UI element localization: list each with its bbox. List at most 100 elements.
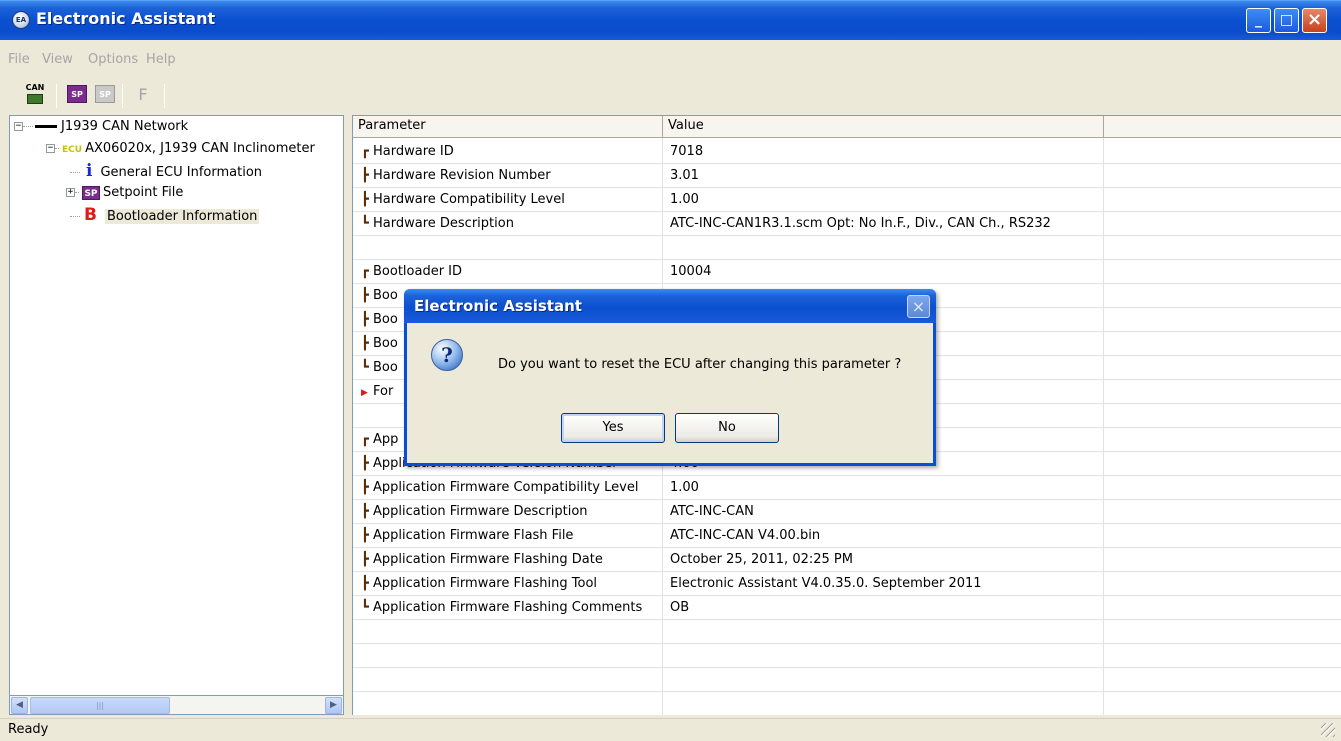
value-cell[interactable]: OB [670, 596, 689, 620]
parameter-cell[interactable]: ┣ Boo [361, 308, 398, 332]
parameter-label: App [373, 432, 399, 447]
parameter-cell[interactable]: ┏ Hardware ID [361, 140, 454, 164]
info-icon: i [86, 161, 93, 181]
menu-bar: File View Options Help [0, 50, 1341, 72]
close-button[interactable]: × [1302, 8, 1327, 33]
parameter-cell[interactable]: ┗ Application Firmware Flashing Comments [361, 596, 642, 620]
setpoint-save-icon[interactable]: SP [92, 82, 118, 108]
tree-item-setpoint[interactable]: + SP Setpoint File [66, 183, 184, 205]
collapse-icon[interactable]: − [46, 144, 55, 153]
table-row[interactable] [353, 236, 1341, 260]
scroll-thumb[interactable]: ||| [30, 697, 170, 714]
menu-help[interactable]: Help [146, 52, 176, 67]
parameter-cell[interactable]: ┣ Application Firmware Flashing Tool [361, 572, 597, 596]
tree-connector-icon: ┗ [361, 360, 369, 375]
tree-item-bootloader[interactable]: B Bootloader Information [70, 205, 260, 227]
minimize-button[interactable]: _ [1246, 8, 1271, 33]
value-cell[interactable]: ATC-INC-CAN1R3.1.scm Opt: No In.F., Div.… [670, 212, 1051, 236]
value-cell[interactable]: ATC-INC-CAN [670, 500, 754, 524]
value-cell[interactable]: 10004 [670, 260, 711, 284]
table-row[interactable]: ┣ Hardware Compatibility Level 1.00 [353, 188, 1341, 212]
parameter-cell[interactable]: ┗ Hardware Description [361, 212, 514, 236]
tree-view[interactable]: − J1939 CAN Network − ECU AX06020x, J1939 C… [9, 115, 344, 715]
table-row[interactable]: ┏ Hardware ID 7018 [353, 140, 1341, 164]
parameter-label: Application Firmware Flash File [373, 528, 574, 543]
parameter-cell[interactable]: ▶ For [361, 380, 393, 404]
setpoint-open-icon[interactable]: SP [64, 82, 90, 108]
parameter-label: Boo [373, 336, 398, 351]
parameter-cell[interactable]: ┣ Hardware Compatibility Level [361, 188, 565, 212]
parameter-cell[interactable]: ┣ Application Firmware Flashing Date [361, 548, 603, 572]
tree-connector-icon: ┏ [361, 264, 369, 279]
tree-item-general-info[interactable]: i General ECU Information [70, 161, 262, 183]
value-cell[interactable]: 1.00 [670, 188, 699, 212]
header-value[interactable]: Value [663, 116, 1104, 138]
tree-label-setpoint: Setpoint File [103, 185, 184, 200]
dialog-title-bar[interactable]: Electronic Assistant × [404, 289, 936, 323]
title-bar[interactable]: EA Electronic Assistant _ □ × [0, 0, 1341, 40]
parameter-cell[interactable]: ┣ Hardware Revision Number [361, 164, 551, 188]
parameter-cell[interactable]: ┏ App [361, 428, 398, 452]
tree-item-ecu[interactable]: − ECU AX06020x, J1939 CAN Inclinometer [46, 139, 315, 161]
tree-connector-icon: ┣ [361, 456, 369, 471]
parameter-label: Hardware ID [373, 144, 454, 159]
menu-view[interactable]: View [42, 52, 73, 67]
table-row [353, 644, 1341, 668]
header-parameter[interactable]: Parameter [353, 116, 663, 138]
pane-splitter[interactable] [344, 115, 350, 715]
table-row[interactable]: ┣ Application Firmware Flash File ATC-INC-… [353, 524, 1341, 548]
flash-icon[interactable]: F [130, 82, 156, 108]
parameter-label: Boo [373, 288, 398, 303]
tree-connector-icon: ▶ [361, 388, 368, 398]
parameter-label: Hardware Revision Number [373, 168, 551, 183]
parameter-label: Boo [373, 360, 398, 375]
can-connect-icon[interactable]: CAN [22, 82, 48, 108]
menu-options[interactable]: Options [88, 52, 138, 67]
value-cell[interactable]: 1.00 [670, 476, 699, 500]
value-cell[interactable]: 7018 [670, 140, 703, 164]
expand-icon[interactable]: + [66, 188, 75, 197]
value-cell[interactable]: 3.01 [670, 164, 699, 188]
table-row[interactable]: ┣ Application Firmware Flashing Tool Elect… [353, 572, 1341, 596]
collapse-icon[interactable]: − [14, 122, 23, 131]
tree-horizontal-scrollbar[interactable]: ◀ ||| ▶ [9, 695, 344, 715]
parameter-cell[interactable]: ┣ Application Firmware Flash File [361, 524, 573, 548]
setpoint-icon: SP [82, 185, 100, 200]
parameter-cell[interactable]: ┗ Boo [361, 356, 398, 380]
resize-grip[interactable] [1321, 723, 1335, 737]
yes-button[interactable]: Yes [561, 413, 665, 443]
menu-file[interactable]: File [8, 52, 30, 67]
scroll-right-icon[interactable]: ▶ [325, 697, 342, 714]
maximize-button[interactable]: □ [1274, 8, 1299, 33]
parameter-label: Application Firmware Flashing Comments [373, 600, 643, 615]
table-row[interactable]: ┣ Hardware Revision Number 3.01 [353, 164, 1341, 188]
table-row[interactable]: ┣ Application Firmware Description ATC-INC… [353, 500, 1341, 524]
parameter-label: Application Firmware Flashing Tool [373, 576, 598, 591]
parameter-cell[interactable]: ┏ Bootloader ID [361, 260, 462, 284]
table-row[interactable]: ┣ Application Firmware Flashing Date Octob… [353, 548, 1341, 572]
app-icon: EA [12, 11, 30, 29]
parameter-cell[interactable]: ┣ Application Firmware Description [361, 500, 588, 524]
dialog-close-icon[interactable]: × [907, 295, 930, 318]
parameter-cell[interactable]: ┣ Boo [361, 332, 398, 356]
tree-label-general: General ECU Information [100, 165, 263, 180]
tree-connector-icon: ┣ [361, 288, 369, 303]
parameter-label: Application Firmware Flashing Date [373, 552, 603, 567]
scroll-left-icon[interactable]: ◀ [11, 697, 28, 714]
status-text: Ready [8, 722, 49, 737]
no-button[interactable]: No [675, 413, 779, 443]
table-row[interactable]: ┏ Bootloader ID 10004 [353, 260, 1341, 284]
value-cell[interactable]: ATC-INC-CAN V4.00.bin [670, 524, 820, 548]
table-row[interactable]: ┗ Hardware Description ATC-INC-CAN1R3.1.sc… [353, 212, 1341, 236]
table-row[interactable]: ┗ Application Firmware Flashing Comments O… [353, 596, 1341, 620]
value-cell[interactable]: October 25, 2011, 02:25 PM [670, 548, 853, 572]
tree-item-network[interactable]: − J1939 CAN Network [14, 117, 188, 139]
table-row[interactable]: ┣ Application Firmware Compatibility Leve… [353, 476, 1341, 500]
parameter-cell[interactable]: ┣ Application Firmware Compatibility Leve… [361, 476, 638, 500]
parameter-label: Boo [373, 312, 398, 327]
network-line-icon [35, 125, 57, 128]
parameter-label: Application Firmware Description [373, 504, 588, 519]
value-cell[interactable]: Electronic Assistant V4.0.35.0. Septembe… [670, 572, 982, 596]
dialog-title: Electronic Assistant [414, 297, 582, 315]
parameter-cell[interactable]: ┣ Boo [361, 284, 398, 308]
